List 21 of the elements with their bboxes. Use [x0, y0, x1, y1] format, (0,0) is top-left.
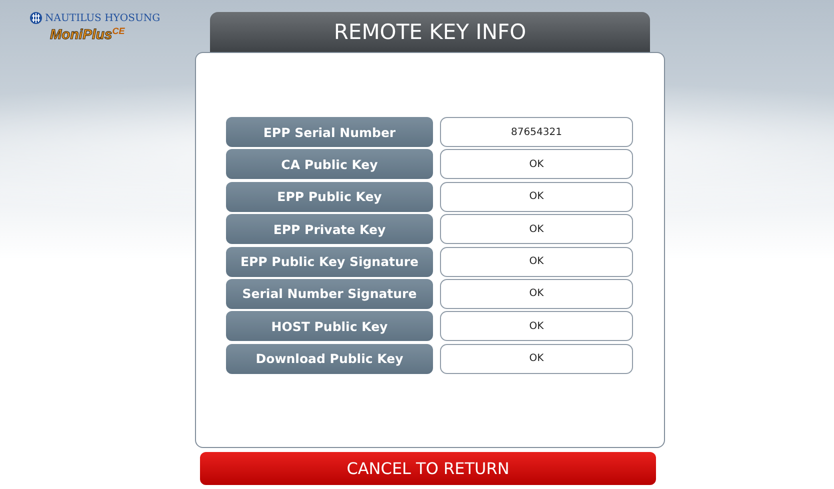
key-label: EPP Public Key Signature: [226, 246, 433, 277]
key-label: HOST Public Key: [226, 311, 433, 342]
edition-label: CE: [112, 26, 125, 36]
cancel-button[interactable]: CANCEL TO RETURN: [200, 452, 656, 485]
key-label: Download Public Key: [226, 344, 433, 374]
product-logo: MoniPlus: [50, 26, 112, 42]
key-value: OK: [440, 214, 633, 244]
company-name: NAUTILUS HYOSUNG: [45, 12, 160, 24]
key-label: CA Public Key: [226, 149, 433, 180]
key-value: 87654321: [440, 117, 633, 147]
key-label: EPP Serial Number: [226, 117, 433, 147]
key-value: OK: [440, 182, 633, 212]
key-value: OK: [440, 246, 633, 277]
key-value: OK: [440, 149, 633, 180]
key-value: OK: [440, 278, 633, 309]
key-label: Serial Number Signature: [226, 278, 433, 309]
screen-title: REMOTE KEY INFO: [210, 12, 650, 52]
key-value: OK: [440, 311, 633, 342]
key-label: EPP Public Key: [226, 182, 433, 212]
key-value: OK: [440, 344, 633, 374]
key-label: EPP Private Key: [226, 214, 433, 244]
